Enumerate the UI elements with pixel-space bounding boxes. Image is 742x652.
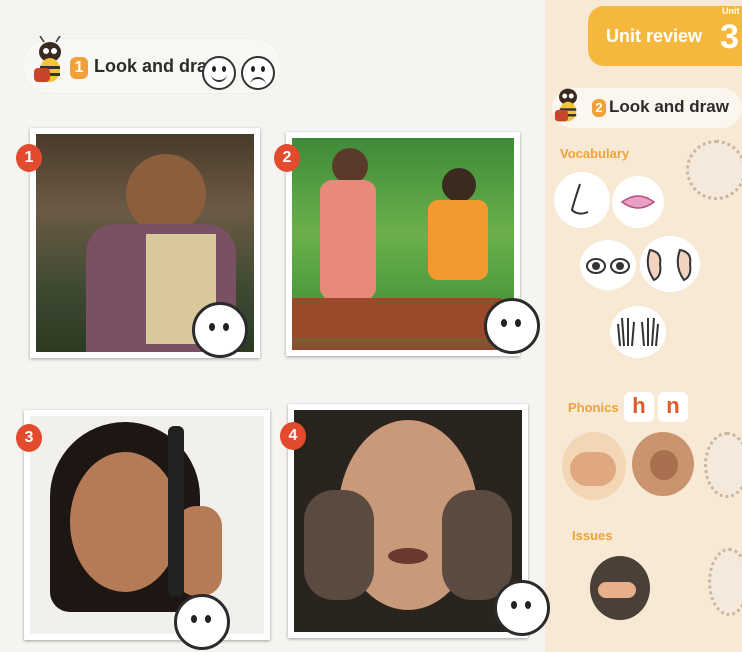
photo-4-face-icon[interactable] bbox=[494, 580, 550, 636]
activity-1-title: 1 Look and draw bbox=[70, 56, 221, 79]
ears-icon bbox=[640, 236, 700, 292]
bee-mascot-icon bbox=[554, 88, 577, 122]
lips-icon bbox=[612, 176, 664, 228]
phonics-letter-h: h bbox=[624, 392, 654, 422]
photo-3-face-icon[interactable] bbox=[174, 594, 230, 650]
photo-4-number: 4 bbox=[280, 422, 306, 450]
issues-label: Issues bbox=[572, 528, 613, 543]
photo-2-number: 2 bbox=[274, 144, 300, 172]
photo-3-number: 3 bbox=[16, 424, 42, 452]
activity-2-number: 2 bbox=[592, 99, 606, 117]
bee-mascot-icon bbox=[34, 36, 61, 82]
unit-review-label: Unit review bbox=[606, 26, 703, 46]
photo-1-face-icon[interactable] bbox=[192, 302, 248, 358]
phonics-letter-n: n bbox=[658, 392, 688, 422]
activity-1-number: 1 bbox=[70, 57, 88, 79]
photo-4-card bbox=[288, 404, 528, 638]
unit-review-banner: Unit review bbox=[588, 6, 742, 66]
sad-face-icon bbox=[241, 56, 275, 90]
issues-draw-circle[interactable] bbox=[708, 548, 742, 616]
textbook-page: 1 Look and draw 1 2 3 4 Unit review Unit… bbox=[0, 0, 742, 652]
photo-1-number: 1 bbox=[16, 144, 42, 172]
unit-tag: Unit bbox=[722, 6, 740, 16]
nose-photo bbox=[632, 432, 694, 496]
unit-number: 3 bbox=[720, 18, 739, 56]
activity-2-title: 2 Look and draw bbox=[592, 97, 729, 117]
vocabulary-draw-circle[interactable] bbox=[686, 140, 742, 200]
photo-3-card bbox=[24, 410, 270, 640]
issues-photo bbox=[590, 556, 650, 620]
happy-face-icon bbox=[202, 56, 236, 90]
photo-3-image bbox=[30, 416, 264, 634]
phonics-label: Phonics bbox=[568, 400, 619, 415]
phonics-draw-circle[interactable] bbox=[704, 432, 742, 498]
activity-2-label: Look and draw bbox=[609, 97, 729, 116]
vocabulary-label: Vocabulary bbox=[560, 146, 630, 161]
hands-icon bbox=[610, 306, 666, 358]
eyes-icon bbox=[580, 240, 636, 290]
nose-icon bbox=[554, 172, 610, 228]
photo-2-image bbox=[292, 138, 514, 350]
photo-4-image bbox=[294, 410, 522, 632]
photo-2-face-icon[interactable] bbox=[484, 298, 540, 354]
hand-photo bbox=[562, 432, 626, 500]
